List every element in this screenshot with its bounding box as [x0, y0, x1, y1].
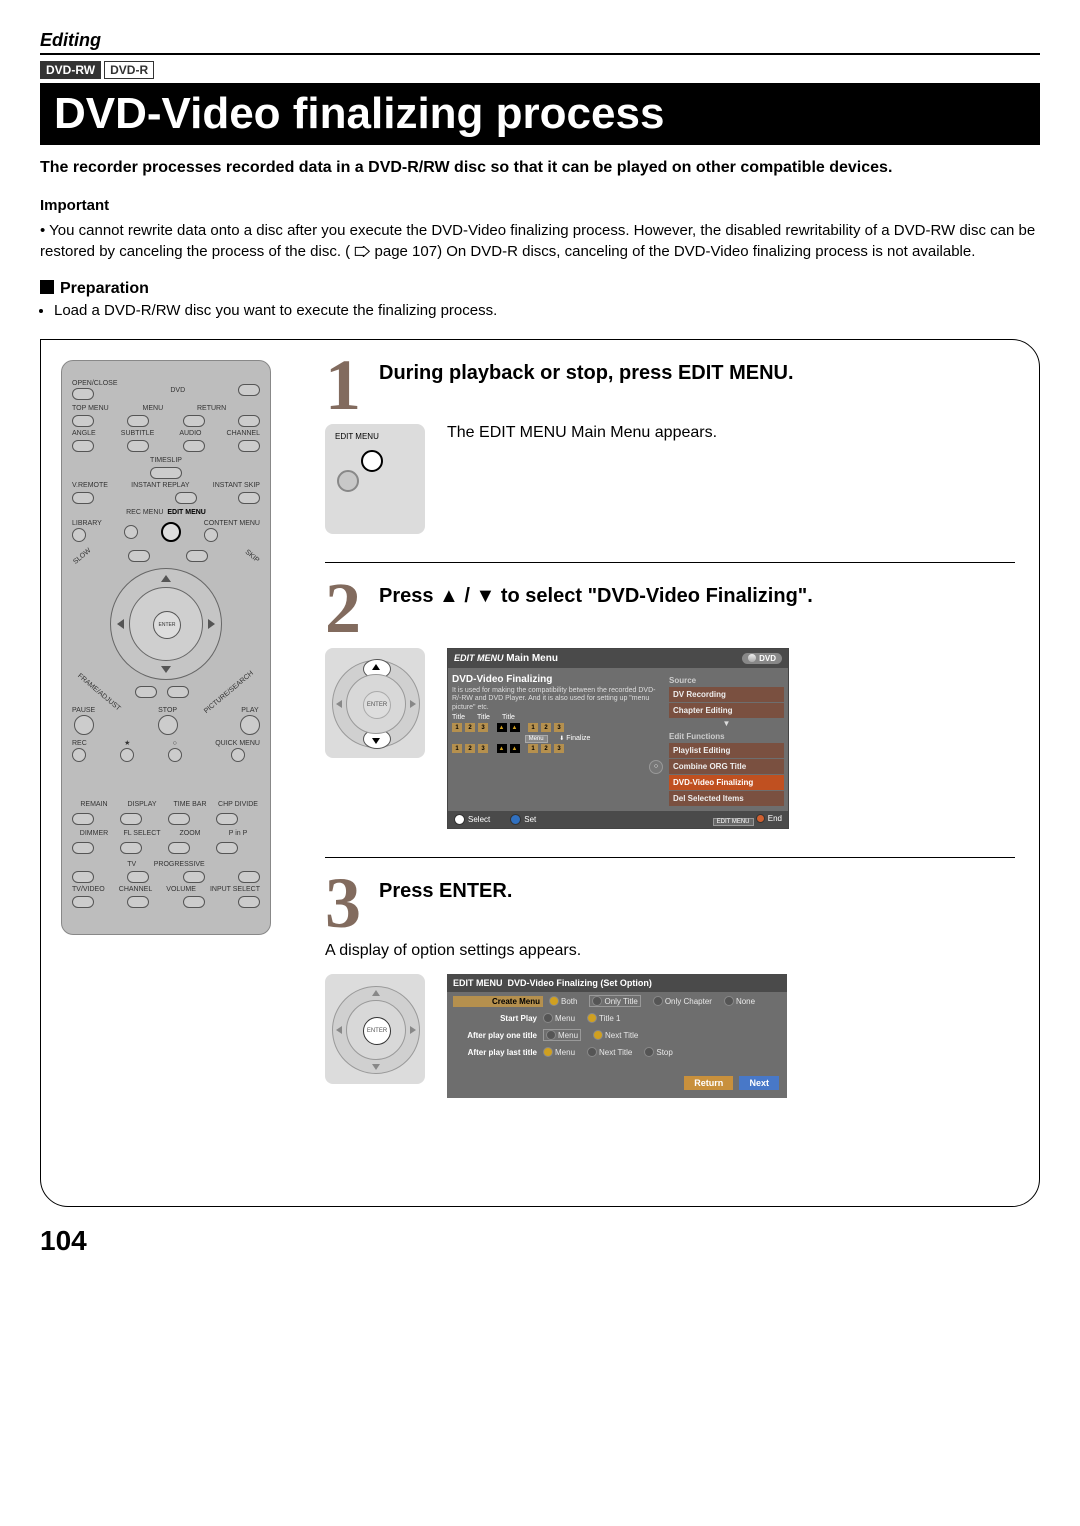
- page-ref-icon: [354, 246, 370, 258]
- radio-icon: [593, 1030, 603, 1040]
- square-bullet-icon: [40, 280, 54, 294]
- remote-control: OPEN/CLOSE DVD TOP MENU MENU RETURN ANGL…: [61, 360, 271, 935]
- next-button[interactable]: Next: [739, 1076, 779, 1090]
- badge-dvd-rw: DVD-RW: [40, 61, 101, 79]
- radio-icon: [644, 1047, 654, 1057]
- osd-menu-item[interactable]: Del Selected Items: [669, 791, 784, 806]
- option-label: After play last title: [453, 1048, 537, 1057]
- mini-remote-edit-menu: EDIT MENU: [325, 424, 425, 534]
- option-label: After play one title: [453, 1031, 537, 1040]
- preparation-list: Load a DVD-R/RW disc you want to execute…: [40, 302, 1040, 319]
- option-item[interactable]: Menu: [543, 1047, 575, 1057]
- steps-box: OPEN/CLOSE DVD TOP MENU MENU RETURN ANGL…: [40, 339, 1040, 1207]
- radio-icon: [543, 1013, 553, 1023]
- enter-center-icon: ENTER: [363, 1017, 391, 1045]
- important-page-ref: page 107: [375, 243, 438, 260]
- osd-logo: EDIT MENU: [453, 978, 503, 988]
- important-heading: Important: [40, 197, 1040, 214]
- preparation-item: Load a DVD-R/RW disc you want to execute…: [54, 302, 1040, 319]
- option-row: Start Play Menu Title 1: [447, 1010, 787, 1026]
- osd-menu-item[interactable]: DVD-Video Finalizing: [669, 775, 784, 790]
- step-desc: The EDIT MENU Main Menu appears.: [447, 424, 717, 442]
- disc-badges: DVD-RW DVD-R: [40, 61, 1040, 79]
- set-hint: Set: [510, 814, 536, 825]
- osd-category: Edit Functions: [669, 732, 784, 741]
- end-hint: End: [756, 814, 782, 823]
- navigation-ring[interactable]: ENTER: [110, 568, 222, 680]
- option-item[interactable]: Title 1: [587, 1013, 621, 1023]
- mini-remote-enter: ENTER: [325, 974, 425, 1084]
- option-item[interactable]: Menu: [543, 1029, 581, 1041]
- select-hint: Select: [454, 814, 490, 825]
- intro-text: The recorder processes recorded data in …: [40, 159, 1040, 177]
- option-item[interactable]: Stop: [644, 1047, 672, 1057]
- step-number: 3: [325, 878, 367, 928]
- radio-icon: [546, 1030, 556, 1040]
- step-title: During playback or stop, press EDIT MENU…: [379, 362, 794, 385]
- option-row: After play last title Menu Next Title Stop: [447, 1044, 787, 1060]
- page-title: DVD-Video finalizing process: [40, 83, 1040, 145]
- step-number: 1: [325, 360, 367, 410]
- radio-icon: [653, 996, 663, 1006]
- step-1: 1 During playback or stop, press EDIT ME…: [325, 360, 1015, 534]
- option-label: Start Play: [453, 1014, 537, 1023]
- option-label: Create Menu: [453, 996, 543, 1007]
- option-item[interactable]: Only Chapter: [653, 996, 712, 1006]
- enter-button[interactable]: ENTER: [153, 611, 181, 639]
- mini-remote-updown: ENTER: [325, 648, 425, 758]
- osd-options: EDIT MENU DVD-Video Finalizing (Set Opti…: [447, 974, 787, 1098]
- step-desc: A display of option settings appears.: [325, 942, 1015, 960]
- cursor-icon: ○: [649, 760, 663, 774]
- step-number: 2: [325, 583, 367, 633]
- chevron-down-icon: ▼: [669, 719, 784, 728]
- step-2: 2 Press ▲ / ▼ to select "DVD-Video Final…: [325, 583, 1015, 828]
- badge-dvd-r: DVD-R: [104, 61, 154, 79]
- edit-menu-button[interactable]: [161, 522, 181, 542]
- radio-icon: [543, 1047, 553, 1057]
- osd-right-panel: Source DV RecordingChapter Editing▼ Edit F…: [669, 672, 784, 807]
- osd-category: Source: [669, 676, 784, 685]
- dvd-indicator: DVD: [742, 653, 782, 664]
- important-text: • You cannot rewrite data onto a disc af…: [40, 220, 1040, 262]
- step-title: Press ▲ / ▼ to select "DVD-Video Finaliz…: [379, 585, 813, 608]
- radio-icon: [724, 996, 734, 1006]
- osd-menu-item[interactable]: DV Recording: [669, 687, 784, 702]
- option-row: After play one title Menu Next Title: [447, 1026, 787, 1044]
- mini-label-edit-menu: EDIT MENU: [335, 432, 379, 441]
- step-title: Press ENTER.: [379, 880, 512, 903]
- osd-title-text: Main Menu: [506, 653, 558, 664]
- edit-menu-circle-icon: [361, 450, 383, 472]
- osd2-title: DVD-Video Finalizing (Set Option): [508, 978, 652, 988]
- osd-menu-item[interactable]: Playlist Editing: [669, 743, 784, 758]
- preparation-heading: Preparation: [40, 280, 1040, 298]
- enter-center-icon: ENTER: [363, 691, 391, 719]
- important-text-2: ) On DVD-R discs, canceling of the DVD-V…: [437, 243, 975, 260]
- option-item[interactable]: Menu: [543, 1013, 575, 1023]
- radio-icon: [592, 996, 602, 1006]
- page-number: 104: [40, 1225, 1040, 1257]
- return-button[interactable]: Return: [684, 1076, 733, 1090]
- option-item[interactable]: Only Title: [589, 995, 640, 1007]
- mini-btn-outline: [337, 470, 359, 492]
- radio-icon: [587, 1013, 597, 1023]
- option-item[interactable]: Both: [549, 996, 577, 1006]
- section-heading: Editing: [40, 30, 1040, 55]
- osd-menu-item[interactable]: Chapter Editing: [669, 703, 784, 718]
- osd-desc: It is used for making the compatibility …: [452, 687, 663, 712]
- osd-logo: EDIT MENU: [454, 653, 504, 663]
- osd-main-menu: EDIT MENU Main Menu DVD DVD-Video Finali…: [447, 648, 789, 829]
- option-item[interactable]: Next Title: [587, 1047, 632, 1057]
- option-item[interactable]: None: [724, 996, 755, 1006]
- option-row: Create Menu Both Only Title Only Chapter Non…: [447, 992, 787, 1010]
- radio-icon: [587, 1047, 597, 1057]
- osd-heading: DVD-Video Finalizing: [452, 674, 663, 685]
- step-3: 3 Press ENTER. A display of option setti…: [325, 878, 1015, 1098]
- osd-menu-item[interactable]: Combine ORG Title: [669, 759, 784, 774]
- option-item[interactable]: Next Title: [593, 1030, 638, 1040]
- radio-icon: [549, 996, 559, 1006]
